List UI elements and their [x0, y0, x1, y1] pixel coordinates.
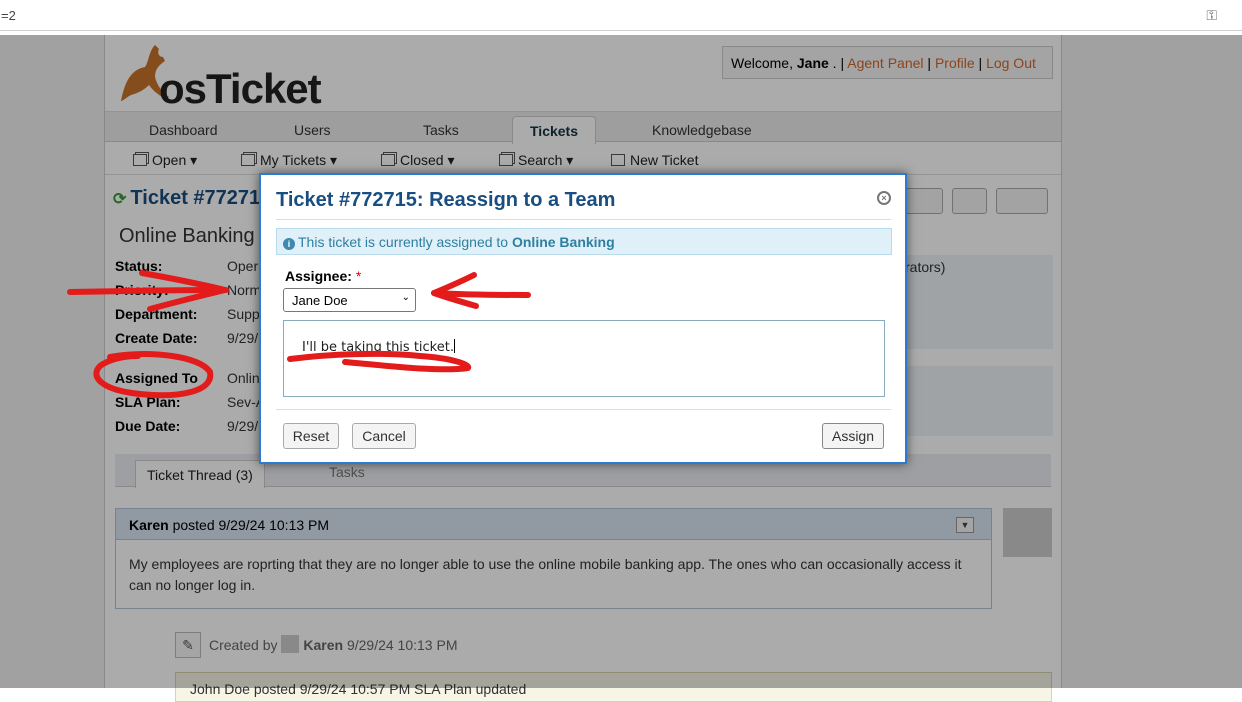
browser-address-bar[interactable]: =2 ⚿ [0, 0, 1242, 31]
text-cursor [453, 339, 455, 353]
close-icon[interactable]: × [877, 191, 891, 205]
assignment-notice: i This ticket is currently assigned to On… [276, 228, 892, 255]
assignee-label: Assignee: * [285, 268, 361, 284]
notice-text: This ticket is currently assigned to [298, 234, 512, 250]
required-mark: * [355, 268, 362, 284]
assignee-selected-value: Jane Doe [292, 293, 348, 308]
key-icon[interactable]: ⚿ [1206, 7, 1217, 24]
info-icon: i [283, 238, 295, 250]
chevron-down-icon: ⌄ [401, 292, 410, 303]
assign-button[interactable]: Assign [822, 423, 884, 449]
notice-team: Online Banking [511, 234, 615, 250]
dialog-title: Ticket #772715: Reassign to a Team [276, 189, 616, 211]
divider [276, 219, 891, 220]
cancel-button[interactable]: Cancel [352, 423, 416, 449]
reset-button[interactable]: Reset [283, 423, 339, 449]
address-text[interactable]: =2 [1, 8, 16, 23]
comment-textarea[interactable]: I'll be taking this ticket. [283, 320, 885, 397]
divider [276, 409, 891, 410]
assignee-select[interactable]: Jane Doe ⌄ [283, 288, 416, 312]
assignee-label-text: Assignee: [285, 268, 352, 284]
reassign-dialog: Ticket #772715: Reassign to a Team × i Th… [259, 173, 907, 464]
comment-text: I'll be taking this ticket. [302, 340, 454, 355]
